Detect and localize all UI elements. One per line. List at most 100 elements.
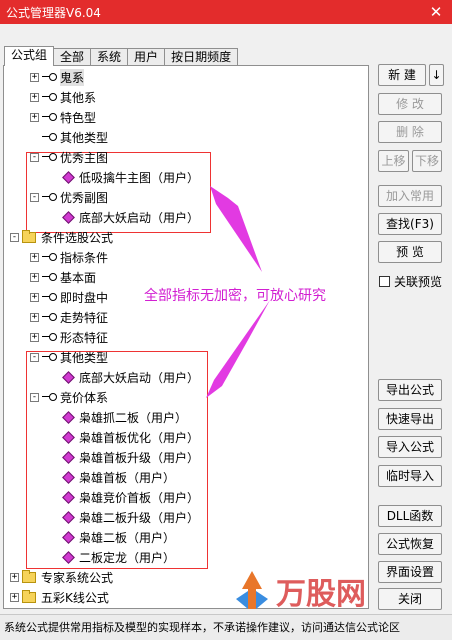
dll-function-button[interactable]: DLL函数 [378, 505, 442, 527]
collapse-icon[interactable]: - [30, 392, 39, 402]
expand-icon[interactable]: + [30, 272, 39, 282]
import-button[interactable]: 导入公式 [378, 436, 442, 458]
move-down-button[interactable]: 下移 [412, 150, 442, 172]
tree-node-item[interactable]: - 优秀主图 [30, 147, 108, 167]
tab-system[interactable]: 系统 [90, 48, 129, 66]
tree-item-label: 枭雄首板升级（用户） [79, 450, 200, 465]
window-title: 公式管理器V6.04 [6, 5, 101, 20]
tab-by-date-frequency[interactable]: 按日期频度 [164, 48, 239, 66]
export-button[interactable]: 导出公式 [378, 379, 442, 401]
temp-import-button[interactable]: 临时导入 [378, 465, 442, 487]
formula-leaf-icon [62, 430, 75, 444]
tree-node-item[interactable]: - 优秀副图 [30, 187, 108, 207]
formula-leaf-icon [62, 550, 75, 564]
linked-preview-checkbox[interactable]: 关联预览 [379, 273, 442, 290]
tree-leaf-item[interactable]: 枭雄首板（用户） [62, 467, 175, 487]
modify-button[interactable]: 修 改 [378, 93, 442, 115]
tree-item-label: 优秀主图 [60, 150, 109, 165]
expand-icon[interactable]: + [30, 92, 39, 102]
quick-export-button[interactable]: 快速导出 [378, 408, 442, 430]
tree-node-item[interactable]: - 竞价体系 [30, 387, 108, 407]
tree-node-item[interactable]: + 鬼系 [30, 67, 85, 87]
tree-folder-item[interactable]: - 条件选股公式 [10, 227, 113, 247]
tree-node-item[interactable]: - 其他类型 [30, 347, 108, 367]
group-node-icon [42, 252, 57, 262]
preview-button[interactable]: 预 览 [378, 241, 442, 263]
tree-item-label: 二板定龙（用户） [79, 550, 176, 565]
collapse-icon[interactable]: - [30, 352, 39, 362]
collapse-icon[interactable]: - [10, 232, 19, 242]
formula-leaf-icon [62, 490, 75, 504]
tab-strip: 公式组 全部 系统 用户 按日期频度 [4, 46, 239, 66]
tree-item-label: 基本面 [60, 270, 97, 285]
group-node-icon [42, 352, 57, 362]
expand-icon[interactable]: + [10, 572, 19, 582]
checkbox-box[interactable] [379, 276, 390, 287]
expand-icon[interactable]: + [30, 252, 39, 262]
tree-folder-item[interactable]: + 五彩K线公式 [10, 587, 109, 607]
tree-item-label: 五彩K线公式 [41, 590, 109, 605]
tree-item-label: 条件选股公式 [41, 230, 114, 245]
tree-item-label: 其他类型 [60, 350, 109, 365]
formula-tree[interactable]: + 鬼系 + 其他系 + 特色型 其他类型 - 优秀主图 低吸擒牛主图（用户） - 优秀副图 底部大妖启… [3, 65, 369, 609]
tree-node-item[interactable]: + 其他系 [30, 87, 96, 107]
tree-leaf-item[interactable]: 枭雄首板优化（用户） [62, 427, 199, 447]
tree-node-item[interactable]: + 基本面 [30, 267, 96, 287]
tree-leaf-item[interactable]: 枭雄二板（用户） [62, 527, 175, 547]
tree-item-label: 专家系统公式 [41, 570, 114, 585]
tree-item-label: 优秀副图 [60, 190, 109, 205]
tree-leaf-item[interactable]: 枭雄二板升级（用户） [62, 507, 199, 527]
expand-icon[interactable]: + [30, 312, 39, 322]
folder-icon [22, 589, 36, 603]
tree-node-item[interactable]: 其他类型 [30, 127, 108, 147]
delete-button[interactable]: 删 除 [378, 121, 442, 143]
watermark-text: 万股网 [276, 577, 366, 612]
rocket-logo-icon [236, 571, 268, 609]
expand-icon[interactable]: + [30, 332, 39, 342]
group-node-icon [42, 152, 57, 162]
close-icon[interactable]: ✕ [426, 2, 446, 22]
new-button[interactable]: 新 建 [378, 64, 426, 86]
linked-preview-label: 关联预览 [394, 275, 443, 289]
tree-item-label: 低吸擒牛主图（用户） [79, 170, 200, 185]
formula-leaf-icon [62, 530, 75, 544]
tree-leaf-item[interactable]: 底部大妖启动（用户） [62, 367, 199, 387]
tree-item-label: 其他系 [60, 90, 97, 105]
tree-item-label: 形态特征 [60, 330, 109, 345]
tree-leaf-item[interactable]: 枭雄首板升级（用户） [62, 447, 200, 467]
tab-user[interactable]: 用户 [127, 48, 166, 66]
tree-node-item[interactable]: + 走势特征 [30, 307, 108, 327]
group-node-icon [42, 192, 57, 202]
tab-all[interactable]: 全部 [53, 48, 92, 66]
tree-node-item[interactable]: + 特色型 [30, 107, 96, 127]
tree-node-item[interactable]: + 即时盘中 [30, 287, 108, 307]
expand-icon[interactable]: + [30, 112, 39, 122]
group-node-icon [42, 92, 57, 102]
tree-leaf-item[interactable]: 底部大妖启动（用户） [62, 207, 199, 227]
tree-node-item[interactable]: + 指标条件 [30, 247, 108, 267]
title-bar: 公式管理器V6.04 ✕ [0, 0, 452, 24]
move-up-button[interactable]: 上移 [378, 150, 409, 172]
formula-leaf-icon [62, 450, 75, 464]
collapse-icon[interactable]: - [30, 192, 39, 202]
tree-leaf-item[interactable]: 低吸擒牛主图（用户） [62, 167, 200, 187]
expand-icon[interactable]: + [30, 292, 39, 302]
tree-node-item[interactable]: + 形态特征 [30, 327, 108, 347]
group-node-icon [42, 332, 57, 342]
tab-formula-group[interactable]: 公式组 [4, 46, 55, 66]
add-common-button[interactable]: 加入常用 [378, 185, 442, 207]
tree-item-label: 走势特征 [60, 310, 109, 325]
watermark-logo: 万股网 [232, 566, 422, 616]
expand-icon[interactable]: + [30, 72, 39, 82]
tree-folder-item[interactable]: + 专家系统公式 [10, 567, 113, 587]
expand-icon[interactable]: + [10, 592, 19, 602]
find-button[interactable]: 查找(F3) [378, 213, 442, 235]
collapse-icon[interactable]: - [30, 152, 39, 162]
formula-leaf-icon [62, 210, 75, 224]
formula-restore-button[interactable]: 公式恢复 [378, 533, 442, 555]
new-dropdown-button[interactable]: ↓ [429, 64, 444, 86]
tree-leaf-item[interactable]: 枭雄抓二板（用户） [62, 407, 187, 427]
tree-leaf-item[interactable]: 二板定龙（用户） [62, 547, 176, 567]
tree-leaf-item[interactable]: 枭雄竞价首板（用户） [62, 487, 199, 507]
group-node-icon [42, 272, 57, 282]
